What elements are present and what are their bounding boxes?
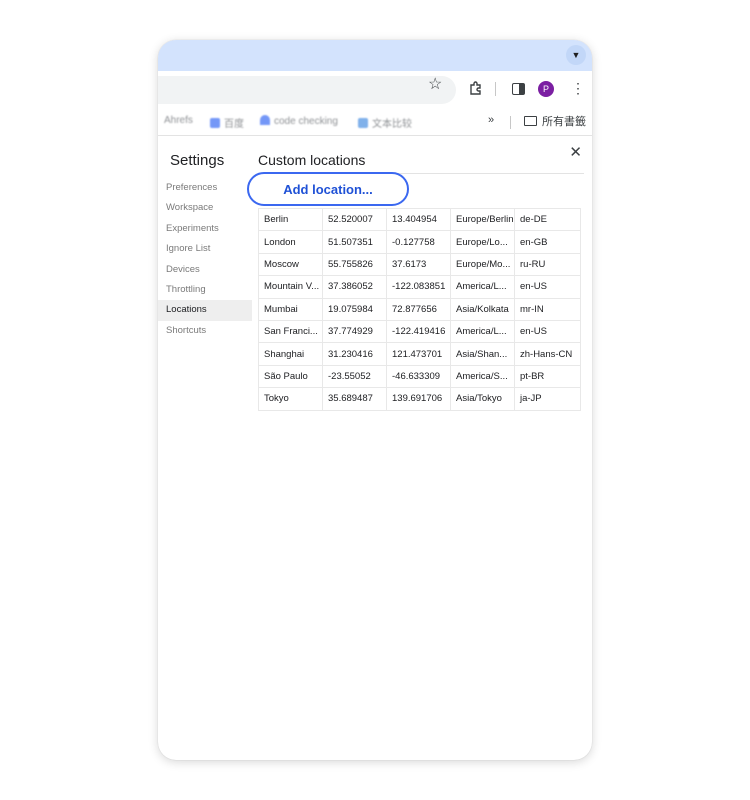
section-title: Custom locations bbox=[258, 152, 366, 168]
folder-label: 所有書籤 bbox=[542, 116, 586, 128]
profile-avatar[interactable]: P bbox=[538, 81, 554, 97]
cell-locale: zh-Hans-CN bbox=[514, 342, 581, 366]
browser-window: ▼ ☆ P ⋮ Ahrefs 百度 code checking 文本比较 » 所… bbox=[158, 40, 592, 760]
cell-longitude: 72.877656 bbox=[386, 297, 451, 321]
all-bookmarks-folder[interactable]: 所有書籤 bbox=[524, 113, 586, 129]
nav-item-shortcuts[interactable]: Shortcuts bbox=[158, 321, 252, 341]
more-menu-icon[interactable]: ⋮ bbox=[571, 80, 585, 96]
cell-locale: en-US bbox=[514, 275, 581, 299]
cell-timezone: America/L... bbox=[450, 319, 515, 344]
cell-latitude: 31.230416 bbox=[322, 342, 387, 366]
bookmarks-bar: Ahrefs 百度 code checking 文本比较 » 所有書籤 bbox=[158, 111, 592, 135]
cell-city: Shanghai bbox=[258, 342, 323, 366]
nav-item-preferences[interactable]: Preferences bbox=[158, 178, 252, 198]
cell-longitude: -46.633309 bbox=[386, 364, 451, 389]
cell-longitude: 13.404954 bbox=[386, 207, 451, 232]
table-row[interactable]: Mountain V... 37.386052 -122.083851 America… bbox=[258, 275, 581, 299]
cell-locale: mr-IN bbox=[514, 297, 581, 321]
text-compare-icon bbox=[358, 118, 368, 128]
cell-city: Berlin bbox=[258, 207, 323, 232]
code-checking-icon bbox=[260, 115, 270, 125]
bookmarks-overflow-button[interactable]: » bbox=[488, 114, 494, 126]
cell-longitude: 37.6173 bbox=[386, 252, 451, 277]
bookmark-item[interactable]: Ahrefs bbox=[164, 115, 193, 126]
bookmarks-divider bbox=[510, 116, 511, 129]
toolbar-divider bbox=[495, 82, 496, 96]
tab-search-button[interactable]: ▼ bbox=[566, 45, 586, 65]
side-panel-icon[interactable] bbox=[512, 83, 525, 95]
cell-timezone: Asia/Tokyo bbox=[450, 387, 515, 411]
folder-icon bbox=[524, 116, 537, 126]
bookmark-item[interactable]: 百度 bbox=[210, 115, 244, 130]
cell-locale: en-US bbox=[514, 319, 581, 344]
table-row[interactable]: Berlin 52.520007 13.404954 Europe/Berlin de-… bbox=[258, 207, 581, 232]
title-bar: ▼ bbox=[158, 40, 592, 71]
cell-city: London bbox=[258, 230, 323, 254]
cell-timezone: Asia/Shan... bbox=[450, 342, 515, 366]
table-row[interactable]: Shanghai 31.230416 121.473701 Asia/Shan... z… bbox=[258, 342, 581, 366]
table-row[interactable]: London 51.507351 -0.127758 Europe/Lo... en-G… bbox=[258, 230, 581, 254]
cell-city: Tokyo bbox=[258, 387, 323, 411]
cell-locale: ru-RU bbox=[514, 252, 581, 277]
cell-locale: pt-BR bbox=[514, 364, 581, 389]
address-bar[interactable] bbox=[158, 76, 456, 104]
cell-timezone: Europe/Berlin bbox=[450, 207, 515, 232]
table-row[interactable]: São Paulo -23.55052 -46.633309 America/S...… bbox=[258, 364, 581, 389]
cell-latitude: 52.520007 bbox=[322, 207, 387, 232]
bookmark-item[interactable]: code checking bbox=[260, 115, 338, 127]
toolbar: ☆ P ⋮ bbox=[158, 71, 592, 111]
cell-latitude: 37.386052 bbox=[322, 275, 387, 299]
chevron-down-icon: ▼ bbox=[571, 50, 581, 60]
cell-city: São Paulo bbox=[258, 364, 323, 389]
cell-city: Moscow bbox=[258, 252, 323, 277]
cell-latitude: 19.075984 bbox=[322, 297, 387, 321]
cell-timezone: America/S... bbox=[450, 364, 515, 389]
cell-longitude: -122.083851 bbox=[386, 275, 451, 299]
cell-city: San Franci... bbox=[258, 319, 323, 344]
cell-timezone: America/L... bbox=[450, 275, 515, 299]
cell-latitude: 55.755826 bbox=[322, 252, 387, 277]
cell-longitude: -122.419416 bbox=[386, 319, 451, 344]
cell-locale: de-DE bbox=[514, 207, 581, 232]
cell-latitude: 35.689487 bbox=[322, 387, 387, 411]
cell-longitude: -0.127758 bbox=[386, 230, 451, 254]
cell-locale: ja-JP bbox=[514, 387, 581, 411]
cell-city: Mountain V... bbox=[258, 275, 323, 299]
cell-latitude: 37.774929 bbox=[322, 319, 387, 344]
cell-locale: en-GB bbox=[514, 230, 581, 254]
cell-timezone: Asia/Kolkata bbox=[450, 297, 515, 321]
cell-timezone: Europe/Lo... bbox=[450, 230, 515, 254]
add-location-button[interactable]: Add location... bbox=[247, 172, 409, 206]
cell-latitude: -23.55052 bbox=[322, 364, 387, 389]
nav-item-devices[interactable]: Devices bbox=[158, 260, 252, 280]
cell-timezone: Europe/Mo... bbox=[450, 252, 515, 277]
cell-latitude: 51.507351 bbox=[322, 230, 387, 254]
nav-item-experiments[interactable]: Experiments bbox=[158, 219, 252, 239]
baidu-icon bbox=[210, 118, 220, 128]
cell-longitude: 121.473701 bbox=[386, 342, 451, 366]
nav-item-throttling[interactable]: Throttling bbox=[158, 280, 252, 300]
nav-item-workspace[interactable]: Workspace bbox=[158, 198, 252, 218]
close-icon[interactable]: ✕ bbox=[569, 143, 582, 161]
extensions-icon[interactable] bbox=[469, 81, 483, 95]
table-row[interactable]: San Franci... 37.774929 -122.419416 America… bbox=[258, 319, 581, 344]
bookmark-label: 文本比较 bbox=[372, 119, 412, 130]
bookmark-label: code checking bbox=[274, 116, 338, 127]
settings-title: Settings bbox=[170, 152, 225, 169]
bookmark-label: 百度 bbox=[224, 119, 244, 130]
table-row[interactable]: Tokyo 35.689487 139.691706 Asia/Tokyo ja-JP bbox=[258, 387, 581, 411]
settings-nav: Preferences Workspace Experiments Ignore… bbox=[158, 178, 252, 341]
cell-city: Mumbai bbox=[258, 297, 323, 321]
nav-item-ignore-list[interactable]: Ignore List bbox=[158, 239, 252, 259]
bookmark-label: Ahrefs bbox=[164, 115, 193, 126]
table-row[interactable]: Moscow 55.755826 37.6173 Europe/Mo... ru-RU bbox=[258, 252, 581, 277]
table-row[interactable]: Mumbai 19.075984 72.877656 Asia/Kolkata mr-I… bbox=[258, 297, 581, 321]
bookmark-item[interactable]: 文本比较 bbox=[358, 115, 412, 130]
star-icon[interactable]: ☆ bbox=[428, 76, 442, 94]
devtools-settings-panel: ✕ Settings Preferences Workspace Experim… bbox=[158, 135, 592, 760]
locations-table: Berlin 52.520007 13.404954 Europe/Berlin de-… bbox=[258, 207, 581, 411]
nav-item-locations[interactable]: Locations bbox=[158, 300, 252, 321]
cell-longitude: 139.691706 bbox=[386, 387, 451, 411]
